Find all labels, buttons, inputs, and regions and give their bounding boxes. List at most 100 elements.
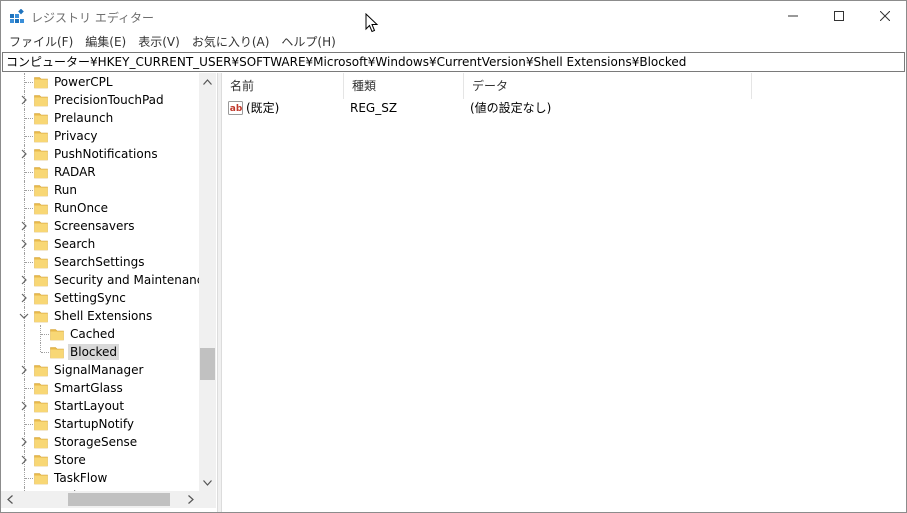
tree-item[interactable]: SearchSettings [1,253,199,271]
scroll-left-button[interactable] [1,491,18,508]
tree-item[interactable]: Store [1,451,199,469]
tree-item-label: StartupNotify [54,417,135,431]
menu-bar: ファイル(F) 編集(E) 表示(V) お気に入り(A) ヘルプ(H) [1,31,906,52]
tree-item-label: PushNotifications [54,147,158,161]
value-type: REG_SZ [350,101,398,115]
menu-favorites[interactable]: お気に入り(A) [186,32,276,52]
folder-icon [50,329,64,341]
tree-item[interactable]: Search [1,235,199,253]
tree-item[interactable]: PowerCPL [1,73,199,91]
tree-item[interactable]: PushNotifications [1,145,199,163]
menu-file[interactable]: ファイル(F) [3,32,79,52]
maximize-icon [834,11,844,21]
tree-item[interactable]: SmartGlass [1,379,199,397]
list-row[interactable]: ab (既定) REG_SZ (値の設定なし) [222,99,906,117]
chevron-right-icon[interactable] [19,239,29,249]
folder-icon [34,203,48,215]
minimize-button[interactable] [770,1,816,31]
tree-guide-line [25,478,33,479]
horizontal-scroll-thumb[interactable] [68,493,170,506]
tree-guide-line [24,325,25,343]
tree-item[interactable]: StartupNotify [1,415,199,433]
tree-item-label: Privacy [54,129,98,143]
chevron-right-icon[interactable] [19,401,29,411]
value-data: (値の設定なし) [470,101,552,115]
registry-editor-window: レジストリ エディター ファイル(F) 編集(E) 表示(V) お気に入り(A)… [0,0,907,513]
chevron-down-icon[interactable] [19,311,29,321]
tree-item-label: Cached [70,327,115,341]
tree-item[interactable]: PrecisionTouchPad [1,91,199,109]
tree-item-label: RunOnce [54,201,109,215]
tree-item-label: SettingSync [54,291,126,305]
folder-icon [34,365,48,377]
tree-guide-line [41,352,49,353]
tree-guide-line [25,172,33,173]
folder-icon [34,293,48,305]
tree-item[interactable]: Screensavers [1,217,199,235]
menu-view[interactable]: 表示(V) [132,32,186,52]
tree-item-label: Screensavers [54,219,135,233]
scroll-thumb[interactable] [200,348,215,380]
menu-help[interactable]: ヘルプ(H) [275,32,341,52]
column-header-type[interactable]: 種類 [344,73,464,99]
maximize-button[interactable] [816,1,862,31]
tree-item[interactable]: StorageSense [1,433,199,451]
tree-item-label: PrecisionTouchPad [54,93,164,107]
scroll-right-button[interactable] [182,491,199,508]
tree-guide-line [40,343,41,352]
tree-item[interactable]: Privacy [1,127,199,145]
tree-item[interactable]: SettingSync [1,289,199,307]
tree-guide-line [25,424,33,425]
folder-icon [34,275,48,287]
folder-icon [34,311,48,323]
tree-item[interactable]: TaskFlow [1,469,199,487]
scroll-corner [199,491,216,508]
key-tree-pane: PowerCPL PrecisionTouchPad Prelaunch Privac… [1,73,217,512]
tree-item[interactable]: Security and Maintenance [1,271,199,289]
tree-item[interactable]: RunOnce [1,199,199,217]
scroll-down-button[interactable] [199,474,216,491]
title-bar[interactable]: レジストリ エディター [1,1,906,31]
tree-item[interactable]: Cached [1,325,199,343]
address-bar[interactable]: コンピューター¥HKEY_CURRENT_USER¥SOFTWARE¥Micro… [2,52,905,72]
value-list-pane: 名前 種類 データ ab (既定) REG_SZ (値の設定なし) [222,73,906,512]
folder-icon [34,401,48,413]
chevron-down-icon [203,479,212,486]
chevron-right-icon[interactable] [19,293,29,303]
tree-guide-line [24,343,25,361]
column-header-name[interactable]: 名前 [222,73,344,99]
tree-item[interactable]: Prelaunch [1,109,199,127]
chevron-right-icon[interactable] [19,95,29,105]
tree-item-label: StartLayout [54,399,125,413]
close-button[interactable] [862,1,906,31]
chevron-right-icon[interactable] [19,455,29,465]
tree-item-label: Shell Extensions [54,309,153,323]
folder-icon [34,239,48,251]
scroll-up-button[interactable] [199,73,216,90]
chevron-right-icon[interactable] [19,221,29,231]
folder-icon [34,455,48,467]
tree-item[interactable]: Run [1,181,199,199]
minimize-icon [788,15,798,17]
svg-text:ab: ab [230,104,243,114]
chevron-left-icon [6,495,13,504]
tree-item[interactable]: Blocked [1,343,199,361]
tree-vertical-scrollbar[interactable] [199,73,216,491]
chevron-right-icon[interactable] [19,437,29,447]
folder-icon [34,221,48,233]
tree-item-label: SignalManager [54,363,144,377]
tree-item[interactable]: Shell Extensions [1,307,199,325]
chevron-right-icon [187,495,194,504]
tree-horizontal-scrollbar[interactable] [1,491,199,508]
tree-item[interactable]: SignalManager [1,361,199,379]
column-header-data[interactable]: データ [464,73,752,99]
tree-guide-line [25,190,33,191]
tree-item-label: Prelaunch [54,111,114,125]
menu-edit[interactable]: 編集(E) [79,32,132,52]
tree-item[interactable]: RADAR [1,163,199,181]
chevron-right-icon[interactable] [19,149,29,159]
tree-item[interactable]: StartLayout [1,397,199,415]
chevron-right-icon[interactable] [19,275,29,285]
tree-item-label: Blocked [68,344,120,360]
chevron-right-icon[interactable] [19,365,29,375]
